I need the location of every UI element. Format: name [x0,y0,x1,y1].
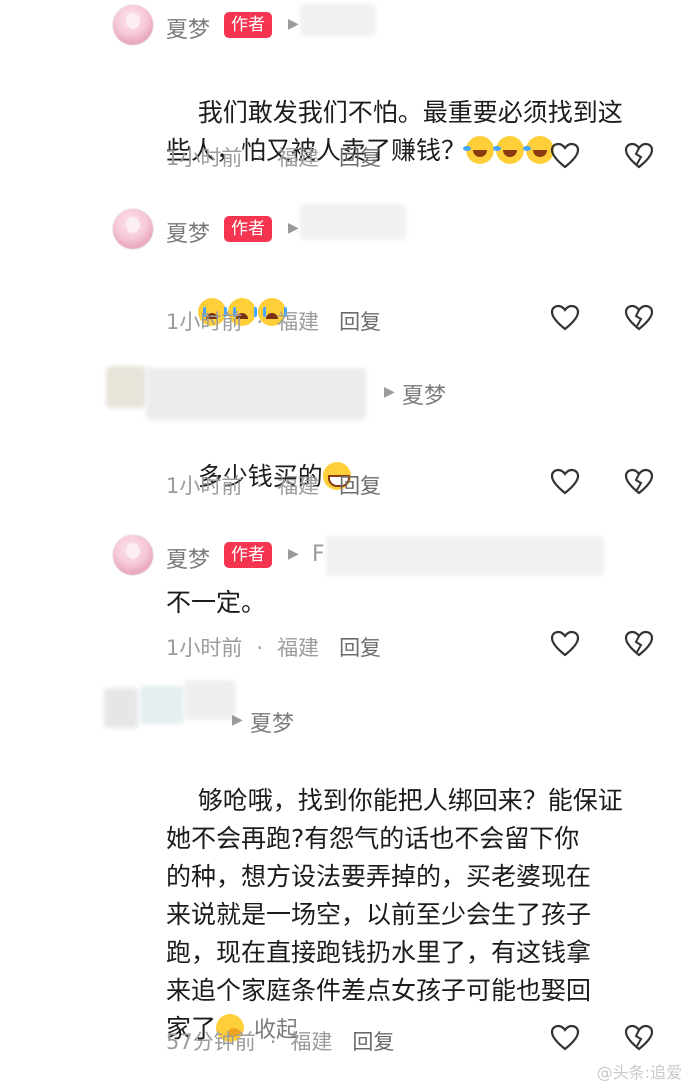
comment-meta: 1小时前 · 福建 回复 [166,142,395,172]
reply-button[interactable]: 回复 [352,1030,394,1054]
watermark: @头条:追爱 [596,1063,682,1082]
dislike-broken-heart-icon[interactable] [624,468,654,496]
redacted-avatar-2 [140,686,184,724]
avatar[interactable] [112,4,154,46]
reply-to-username-partial[interactable]: F [312,542,325,567]
username[interactable]: 夏梦 [166,542,210,574]
comment-text: 不一定。 [166,588,267,617]
reply-arrow-icon: ▶ [288,16,299,32]
redacted-username [326,536,604,576]
comment-meta: 1小时前 · 福建 回复 [166,470,395,500]
reply-to-username[interactable]: 夏梦 [402,378,446,410]
username[interactable]: 夏梦 [166,216,210,248]
redacted-username [300,204,406,240]
like-heart-icon[interactable] [550,304,580,332]
timestamp: 1小时前 [166,146,243,170]
separator: · [269,1030,277,1054]
comment-meta: 57分钟前 · 福建 回复 [166,1026,408,1056]
dislike-broken-heart-icon[interactable] [624,1024,654,1052]
reply-to-username[interactable]: 夏梦 [250,706,294,738]
location: 福建 [277,636,320,660]
username[interactable]: 夏梦 [166,12,210,44]
dislike-broken-heart-icon[interactable] [624,142,654,170]
redacted-avatar [104,688,138,728]
laughing-crying-emoji-icon [463,136,495,164]
reply-arrow-icon: ▶ [232,712,243,728]
timestamp: 1小时前 [166,636,243,660]
timestamp: 1小时前 [166,310,243,334]
author-badge: 作者 [224,12,272,38]
location: 福建 [277,474,320,498]
like-heart-icon[interactable] [550,468,580,496]
timestamp: 57分钟前 [166,1030,256,1054]
like-heart-icon[interactable] [550,142,580,170]
reply-arrow-icon: ▶ [288,220,299,236]
comment-meta: 1小时前 · 福建 回复 [166,632,395,662]
redacted-username [184,680,236,720]
separator: · [256,636,264,660]
separator: · [256,474,264,498]
avatar[interactable] [112,208,154,250]
dislike-broken-heart-icon[interactable] [624,630,654,658]
separator: · [256,310,264,334]
location: 福建 [277,146,320,170]
comment-text: 我们敢发我们不怕。最重要必须找到这 些人，怕又被人卖了赚钱？ [166,98,623,165]
redacted-avatar [106,366,146,408]
reply-button[interactable]: 回复 [339,474,381,498]
author-badge: 作者 [224,216,272,242]
reply-button[interactable]: 回复 [339,310,381,334]
reply-button[interactable]: 回复 [339,146,381,170]
reply-button[interactable]: 回复 [339,636,381,660]
separator: · [256,146,264,170]
location: 福建 [277,310,320,334]
dislike-broken-heart-icon[interactable] [624,304,654,332]
like-heart-icon[interactable] [550,1024,580,1052]
redacted-username [146,368,366,420]
avatar[interactable] [112,534,154,576]
reply-arrow-icon: ▶ [384,384,395,400]
redacted-username [300,4,376,36]
location: 福建 [290,1030,333,1054]
laughing-crying-emoji-icon [493,136,525,164]
comment-meta: 1小时前 · 福建 回复 [166,306,395,336]
like-heart-icon[interactable] [550,630,580,658]
reply-arrow-icon: ▶ [288,546,299,562]
timestamp: 1小时前 [166,474,243,498]
author-badge: 作者 [224,542,272,568]
